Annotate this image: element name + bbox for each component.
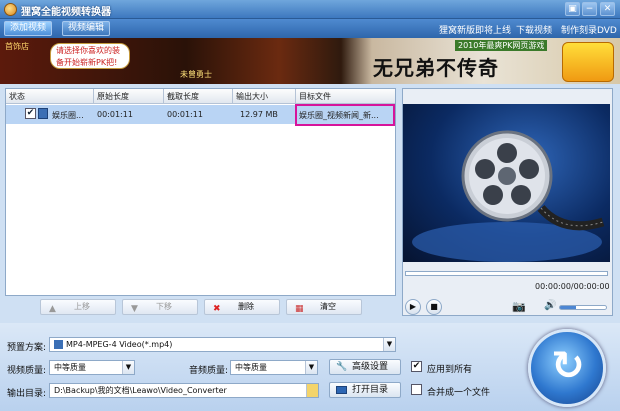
row-target-file[interactable]: 娱乐圈_视频新闻_新... [299, 110, 379, 121]
column-clip-length[interactable]: 截取长度 [167, 91, 199, 102]
clear-button[interactable]: ▦ 清空 [286, 299, 362, 315]
stop-button[interactable]: ■ [426, 299, 442, 315]
burn-dvd-link[interactable]: 制作刻录DVD [561, 23, 617, 36]
film-icon [38, 108, 48, 119]
play-icon: ▶ [409, 302, 417, 311]
move-down-button[interactable]: ▼ 下移 [122, 299, 198, 315]
restore-button[interactable]: ▣ [565, 2, 580, 16]
open-directory-label: 打开目录 [352, 385, 389, 395]
app-logo-icon [4, 3, 17, 16]
open-directory-button[interactable]: 打开目录 [329, 382, 401, 398]
folder-icon[interactable] [306, 384, 318, 397]
preset-select[interactable]: MP4-MPEG-4 Video(*.mp4) ▼ [49, 337, 396, 352]
timecode: 00:00:00/00:00:00 [535, 282, 610, 291]
row-original-length: 00:01:11 [97, 110, 133, 119]
video-quality-select[interactable]: 中等质量 ▼ [49, 360, 135, 375]
chevron-down-icon: ▼ [383, 338, 395, 351]
film-reel-icon [412, 130, 605, 262]
chevron-down-icon: ▼ [122, 361, 134, 374]
arrow-down-icon: ▼ [131, 304, 138, 314]
advanced-settings-button[interactable]: 🔧 高级设置 [329, 359, 401, 375]
move-up-label: 上移 [74, 302, 90, 311]
output-dir-label: 输出目录: [7, 389, 47, 399]
mp4-format-icon [54, 340, 63, 349]
column-target-file[interactable]: 目标文件 [299, 91, 331, 102]
preset-label: 预置方案: [7, 343, 47, 353]
apply-all-checkbox[interactable]: ✔ [411, 361, 422, 372]
wrench-icon: 🔧 [336, 362, 348, 372]
clear-icon: ▦ [295, 304, 304, 314]
column-divider [295, 89, 296, 104]
close-button[interactable]: ✕ [600, 2, 615, 16]
snapshot-camera-icon[interactable]: 📷 [512, 300, 526, 313]
output-dir-value: D:\Backup\我的文档\Leawo\Video_Converter [54, 386, 227, 395]
stop-icon: ■ [430, 302, 438, 311]
column-divider [163, 89, 164, 104]
row-output-size: 12.97 MB [240, 110, 278, 119]
add-video-button[interactable]: 添加视频 [4, 21, 53, 36]
volume-icon[interactable]: 🔊 [544, 300, 556, 311]
delete-x-icon: ✖ [213, 304, 221, 314]
play-button[interactable]: ▶ [405, 299, 421, 315]
banner-game-title: 无兄弟不传奇 [373, 56, 499, 80]
banner-game-subtitle: 2010年最爽PK网页游戏 [455, 40, 548, 51]
minimize-button[interactable]: − [582, 2, 597, 16]
delete-button[interactable]: ✖ 删除 [204, 299, 280, 315]
chevron-down-icon: ▼ [305, 361, 317, 374]
row-file-name: 娱乐圈... [52, 111, 84, 120]
video-quality-label: 视频质量: [7, 366, 47, 376]
refresh-arrow-icon: ↻ [551, 343, 585, 389]
video-screen [403, 104, 610, 262]
row-clip-length: 00:01:11 [167, 110, 203, 119]
audio-quality-select[interactable]: 中等质量 ▼ [230, 360, 318, 375]
move-down-label: 下移 [156, 302, 172, 311]
new-version-link[interactable]: 狸窝新版即将上线 [439, 23, 511, 36]
open-folder-icon [336, 386, 347, 394]
preset-value: MP4-MPEG-4 Video(*.mp4) [66, 340, 173, 349]
column-output-size[interactable]: 输出大小 [236, 91, 268, 102]
download-video-link[interactable]: 下载视频 [516, 23, 552, 36]
seek-bar[interactable] [405, 271, 608, 276]
row-checkbox[interactable]: ✔ [25, 108, 36, 119]
advanced-settings-label: 高级设置 [352, 362, 389, 372]
arrow-up-icon: ▲ [49, 304, 56, 314]
volume-slider[interactable] [559, 305, 607, 310]
column-divider [232, 89, 233, 104]
move-up-button[interactable]: ▲ 上移 [40, 299, 116, 315]
window-title: 狸窝全能视频转换器 [21, 7, 111, 18]
column-status[interactable]: 状态 [9, 91, 25, 102]
merge-label: 合并成一个文件 [427, 388, 491, 398]
video-quality-value: 中等质量 [54, 363, 86, 372]
file-list-header [6, 89, 395, 104]
banner-badge-icon [562, 42, 614, 82]
column-original-length[interactable]: 原始长度 [97, 91, 129, 102]
clear-label: 清空 [320, 302, 336, 311]
edit-video-button[interactable]: 视频编辑 [62, 21, 111, 36]
apply-all-label: 应用到所有 [427, 365, 473, 375]
merge-checkbox[interactable] [411, 384, 422, 395]
banner-store-label: 首饰店 [5, 42, 29, 51]
column-divider [93, 89, 94, 104]
banner-hero-label: 未曾勇士 [180, 70, 212, 79]
audio-quality-label: 音频质量: [189, 366, 229, 376]
delete-label: 删除 [238, 302, 254, 311]
output-dir-field[interactable]: D:\Backup\我的文档\Leawo\Video_Converter [49, 383, 319, 398]
audio-quality-value: 中等质量 [235, 363, 267, 372]
banner-speech-bubble: 请选择你喜欢的装备开始崭新PK把! [50, 43, 130, 69]
